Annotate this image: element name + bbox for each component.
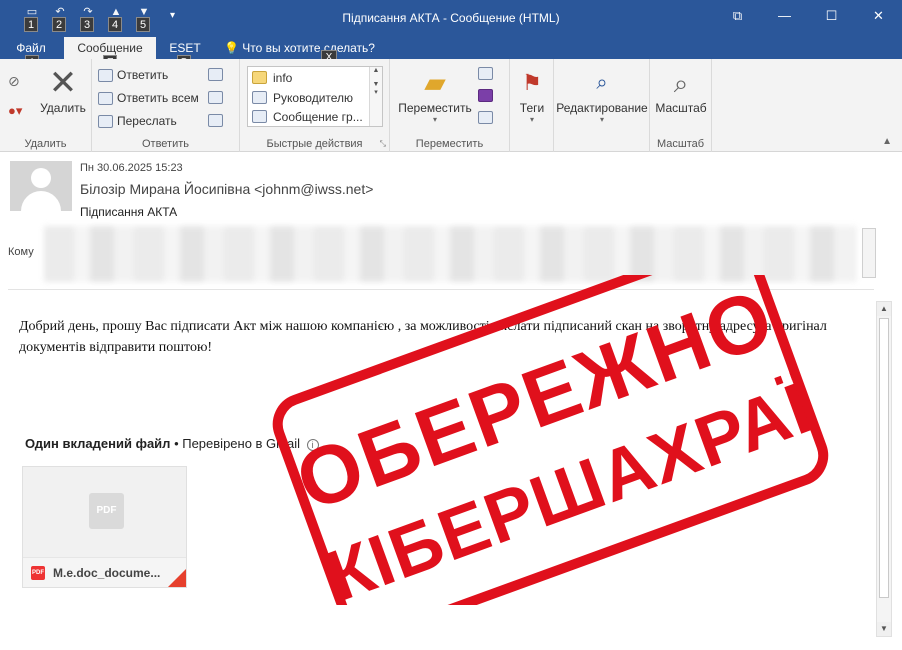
meeting-icon[interactable] [208, 68, 223, 81]
group-editing: ⌕ Редактирование ▾ [554, 59, 650, 152]
tags-button[interactable]: ⚑ Теги ▾ [514, 65, 550, 124]
group-label-respond: Ответить [141, 138, 190, 150]
reply-label: Ответить [117, 68, 169, 82]
corner-fold [168, 569, 186, 587]
actions-icon[interactable] [478, 111, 493, 124]
reply-button[interactable]: Ответить [98, 65, 168, 85]
find-icon: ⌕ [596, 72, 608, 94]
reply-icon [98, 68, 113, 82]
message-header: Пн 30.06.2025 15:23 Білозір Мирана Йосип… [0, 153, 902, 283]
recipients-scrollbar[interactable] [862, 228, 876, 278]
group-move: ▰ Переместить ▾ Переместить [390, 59, 510, 152]
window-controls: ⧉ — ☐ ✕ [714, 0, 902, 32]
quick-step-info-label: info [273, 70, 293, 85]
forward-icon [98, 114, 113, 128]
editing-button[interactable]: ⌕ Редактирование ▾ [556, 65, 648, 124]
group-label-move: Переместить [415, 138, 484, 150]
group-delete: ⊘ ●▾ ✕ Удалить Удалить [0, 59, 92, 152]
sender[interactable]: Білозір Мирана Йосипівна <johnm@iwss.net… [80, 181, 373, 197]
attachment-name: M.e.doc_docume... [53, 566, 161, 580]
move-dropdown-icon: ▾ [432, 115, 437, 124]
reply-all-label: Ответить всем [117, 91, 199, 105]
group-label-quick-steps: Быстрые действия [266, 138, 363, 150]
flag-icon: ⚑ [522, 70, 542, 95]
reply-all-icon [98, 91, 113, 105]
magnifier-icon: ⌕ [673, 68, 689, 98]
quick-steps-scroll[interactable]: ▲ ▼ ▾ [369, 67, 382, 126]
quick-step-info[interactable]: info [252, 68, 292, 87]
message-date: Пн 30.06.2025 15:23 [80, 162, 183, 174]
group-zoom: ⌕ Масштаб Масштаб [650, 59, 712, 152]
delete-label: Удалить [40, 101, 86, 115]
scroll-up-arrow[interactable]: ▲ [877, 302, 891, 316]
editing-dropdown-icon: ▾ [599, 115, 604, 124]
zoom-label: Масштаб [655, 101, 707, 115]
group-respond: Ответить Ответить всем Переслать Ответит… [92, 59, 240, 152]
move-label: Переместить [398, 101, 472, 115]
avatar-head [31, 168, 51, 188]
forward-label: Переслать [117, 114, 177, 128]
lightbulb-icon: 💡 [224, 41, 239, 55]
to-label: Кому [8, 246, 34, 258]
more-respond-icon[interactable] [208, 114, 223, 127]
minimize-button[interactable]: — [761, 0, 808, 32]
attachment-card[interactable]: PDF PDF M.e.doc_docume... [22, 466, 187, 588]
ribbon-display-button[interactable]: ⧉ [714, 0, 761, 32]
group-label-delete: Удалить [24, 138, 67, 150]
body-scrollbar[interactable]: ▲ ▼ [876, 301, 892, 637]
pdf-preview-icon: PDF [89, 493, 124, 529]
manager-icon [252, 91, 267, 104]
zoom-button[interactable]: ⌕ Масштаб [652, 65, 710, 115]
forward-button[interactable]: Переслать [98, 111, 177, 131]
delete-x-icon: ✕ [48, 64, 78, 102]
editing-label: Редактирование [556, 101, 648, 115]
scroll-down-arrow[interactable]: ▼ [877, 622, 891, 636]
warning-stamp: ОБЕРЕЖНО КІБЕРШАХРАЇ [272, 275, 829, 605]
maximize-button[interactable]: ☐ [808, 0, 855, 32]
quick-step-manager-label: Руководителю [273, 90, 354, 105]
attachment-preview: PDF [23, 467, 186, 557]
scroll-thumb[interactable] [879, 318, 889, 598]
folder-icon [252, 71, 267, 84]
subject: Підписання АКТА [80, 205, 178, 219]
tags-dropdown-icon: ▾ [529, 115, 534, 124]
rules-icon[interactable] [478, 67, 493, 80]
im-icon[interactable] [208, 91, 223, 104]
title-bar: ▭ 1 ↶ 2 ↷ 3 ▲ 4 ▼ 5 ▾ Підписання АКТА - … [0, 0, 902, 37]
ribbon-tabs: Файл Ф Сообщение Я ESET Э 💡 Что вы хотит… [0, 37, 902, 69]
avatar [10, 161, 72, 211]
move-folder-icon: ▰ [424, 67, 446, 98]
avatar-body [21, 191, 61, 211]
attachment-footer: PDF M.e.doc_docume... [23, 557, 186, 587]
quick-step-manager[interactable]: Руководителю [252, 88, 353, 107]
group-tags: ⚑ Теги ▾ [510, 59, 554, 152]
pdf-icon: PDF [31, 566, 45, 580]
group-label-zoom: Масштаб [656, 138, 705, 150]
attachment-count: Один вкладений файл [25, 436, 171, 451]
junk-icon[interactable]: ●▾ [8, 103, 22, 119]
reply-all-button[interactable]: Ответить всем [98, 88, 199, 108]
move-button[interactable]: ▰ Переместить ▾ [394, 65, 476, 124]
ignore-icon[interactable]: ⊘ [8, 73, 20, 90]
tell-me-text: Что вы хотите сделать? [242, 41, 375, 55]
tags-label: Теги [519, 101, 545, 115]
ribbon: ⊘ ●▾ ✕ Удалить Удалить Ответить Ответить… [0, 59, 902, 152]
bullet: • [174, 436, 183, 451]
recipients-blurred [44, 226, 856, 282]
delete-button[interactable]: ✕ Удалить [38, 65, 88, 115]
collapse-ribbon-icon[interactable]: ▲ [882, 136, 892, 147]
quick-step-team-email[interactable]: Сообщение гр... [252, 107, 363, 126]
close-button[interactable]: ✕ [855, 0, 902, 32]
dialog-launcher-icon[interactable]: ⤡ [380, 139, 386, 149]
onenote-icon[interactable] [478, 89, 493, 102]
team-email-icon [252, 110, 267, 123]
quick-step-team-email-label: Сообщение гр... [273, 109, 363, 124]
quick-steps-gallery: info Руководителю Сообщение гр... ▲ ▼ ▾ [247, 66, 383, 127]
tell-me-box[interactable]: 💡 Что вы хотите сделать? [224, 37, 375, 59]
